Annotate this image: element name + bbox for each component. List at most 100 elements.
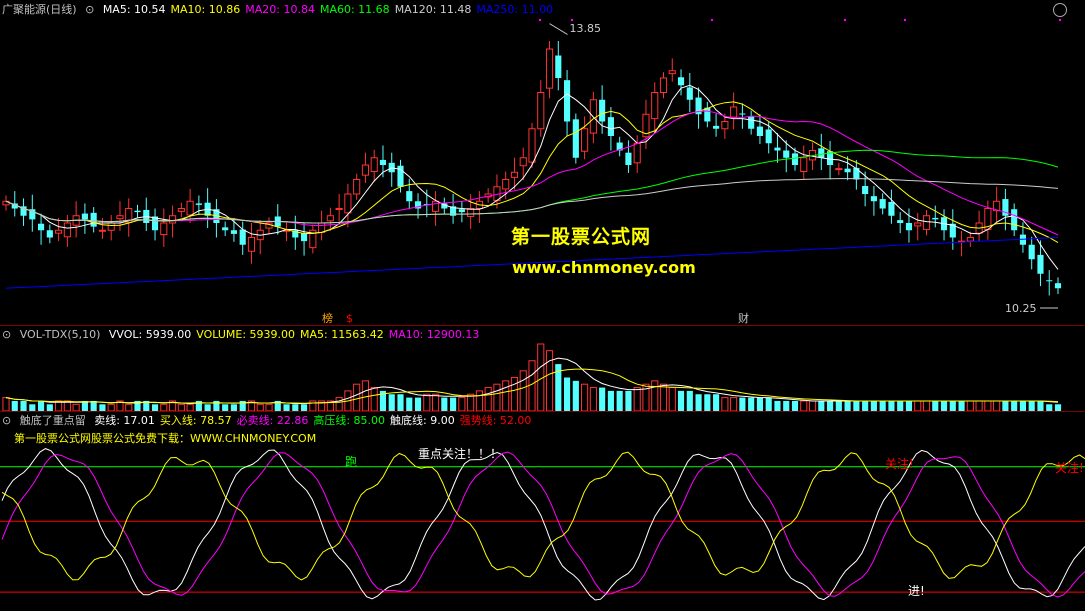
candle-body bbox=[379, 159, 387, 165]
volume-bar bbox=[897, 400, 904, 411]
candle-body bbox=[222, 227, 229, 231]
volume-bar bbox=[160, 403, 168, 412]
candle-body bbox=[721, 121, 729, 130]
candle-body bbox=[783, 150, 790, 158]
volume-bar bbox=[774, 400, 781, 411]
volume-bar bbox=[704, 394, 711, 411]
chart-title: 广聚能源(日线) bbox=[2, 3, 77, 16]
candle-body bbox=[748, 116, 755, 129]
osc-line-1 bbox=[1, 451, 1085, 598]
candle-body bbox=[739, 113, 746, 115]
vol-label-2: MA5: 11563.42 bbox=[300, 328, 384, 341]
candle-body bbox=[791, 153, 799, 165]
candle-body bbox=[519, 157, 527, 167]
candle-body bbox=[914, 222, 922, 227]
candle-body bbox=[800, 157, 808, 173]
volume-bar bbox=[599, 387, 606, 411]
marker-bang: 榜 bbox=[322, 311, 333, 325]
marker-dollar: $ bbox=[346, 312, 353, 325]
candle-body bbox=[318, 222, 326, 233]
oscillator-panel[interactable]: 跑 重点关注！！！ 关注! 关注! 进! ⊙ 触底了重点留 卖线: 17.01 买入线: … bbox=[0, 411, 1085, 611]
volume-bar bbox=[484, 387, 492, 412]
low-label: 10.25 bbox=[1005, 302, 1037, 315]
candle-body bbox=[713, 125, 720, 129]
candle-body bbox=[844, 168, 851, 173]
volume-bar bbox=[300, 404, 308, 411]
candle-body bbox=[922, 215, 931, 231]
volume-bar bbox=[1046, 404, 1053, 411]
signal-dot bbox=[538, 18, 542, 22]
volume-bar bbox=[581, 383, 589, 412]
volume-bar bbox=[808, 400, 817, 412]
candle-body bbox=[870, 196, 877, 202]
candle-body bbox=[633, 142, 641, 164]
volume-bar bbox=[265, 403, 273, 412]
ma-labels: MA5: 10.54 MA10: 10.86 MA20: 10.84 MA60: 11… bbox=[103, 3, 558, 16]
candle-body bbox=[818, 148, 825, 158]
candle-body bbox=[177, 208, 185, 212]
ma-label-2: MA20: 10.84 bbox=[245, 3, 315, 16]
volume-bar bbox=[46, 404, 53, 411]
osc-labels: 卖线: 17.01 买入线: 78.57 必卖线: 22.86 高压线: 85.00 触… bbox=[94, 414, 536, 427]
volume-bar bbox=[528, 360, 536, 412]
vol-toggle-icon[interactable]: ⊙ bbox=[2, 328, 11, 341]
candle-body bbox=[555, 55, 562, 78]
candle-body bbox=[1046, 280, 1053, 282]
osc-line-2 bbox=[1, 451, 1085, 581]
volume-bar bbox=[20, 400, 27, 411]
candle-body bbox=[1028, 244, 1035, 260]
candle-body bbox=[659, 77, 668, 93]
candle-body bbox=[353, 179, 361, 195]
osc-label-1: 买入线: 78.57 bbox=[159, 414, 232, 427]
volume-bar bbox=[668, 387, 676, 412]
volume-bar bbox=[914, 400, 922, 412]
volume-bar bbox=[791, 400, 799, 411]
vol-labels: VVOL: 5939.00 VOLUME: 5939.00 MA5: 11563.4… bbox=[109, 328, 485, 341]
candle-body bbox=[765, 129, 772, 144]
volume-bar bbox=[966, 400, 974, 412]
volume-bar bbox=[1054, 404, 1062, 411]
volume-bar bbox=[870, 400, 877, 411]
volume-bar bbox=[862, 400, 869, 411]
candle-body bbox=[677, 77, 685, 86]
high-label: 13.85 bbox=[570, 22, 602, 35]
volume-bar bbox=[1037, 400, 1044, 411]
volume-panel[interactable]: ⊙ VOL-TDX(5,10) VVOL: 5939.00 VOLUME: 593… bbox=[0, 325, 1085, 412]
volume-bar bbox=[450, 397, 457, 411]
volume-bar bbox=[431, 393, 440, 412]
volume-bar bbox=[879, 400, 886, 411]
volume-bar bbox=[853, 400, 860, 411]
volume-bar bbox=[739, 397, 746, 411]
candle-body bbox=[361, 164, 370, 176]
signal-dot bbox=[903, 18, 907, 22]
candle-body bbox=[98, 229, 107, 232]
volume-bar bbox=[397, 394, 404, 411]
candle-body bbox=[1054, 283, 1062, 289]
ma-toggle-icon[interactable]: ⊙ bbox=[85, 3, 94, 16]
candle-body bbox=[686, 87, 693, 100]
osc-toggle-icon[interactable]: ⊙ bbox=[2, 414, 11, 427]
volume-bar bbox=[423, 393, 431, 412]
candle-body bbox=[160, 222, 168, 236]
volume-bar bbox=[230, 404, 238, 411]
vol-label-1: VOLUME: 5939.00 bbox=[196, 328, 296, 341]
volume-bar bbox=[1011, 400, 1018, 411]
volume-bar bbox=[888, 400, 895, 411]
volume-bar bbox=[589, 387, 597, 412]
watermark-title: 第一股票公式网 bbox=[511, 226, 652, 248]
vol-label-0: VVOL: 5939.00 bbox=[108, 328, 192, 341]
settings-icon[interactable] bbox=[1053, 3, 1067, 17]
volume-bar bbox=[493, 383, 501, 412]
volume-bar bbox=[730, 397, 738, 412]
osc-subtitle: 第一股票公式网股票公式免费下载：WWW.CHNMONEY.COM bbox=[14, 432, 317, 445]
volume-bar bbox=[510, 377, 519, 412]
osc-line-0 bbox=[1, 448, 1085, 601]
volume-bar bbox=[949, 400, 956, 411]
candle-body bbox=[107, 222, 115, 231]
candle-body bbox=[247, 237, 256, 252]
candle-body bbox=[55, 229, 63, 234]
volume-bar bbox=[826, 400, 834, 411]
candle-body bbox=[458, 209, 465, 213]
volume-bar bbox=[125, 403, 133, 412]
candle-body bbox=[932, 217, 939, 220]
